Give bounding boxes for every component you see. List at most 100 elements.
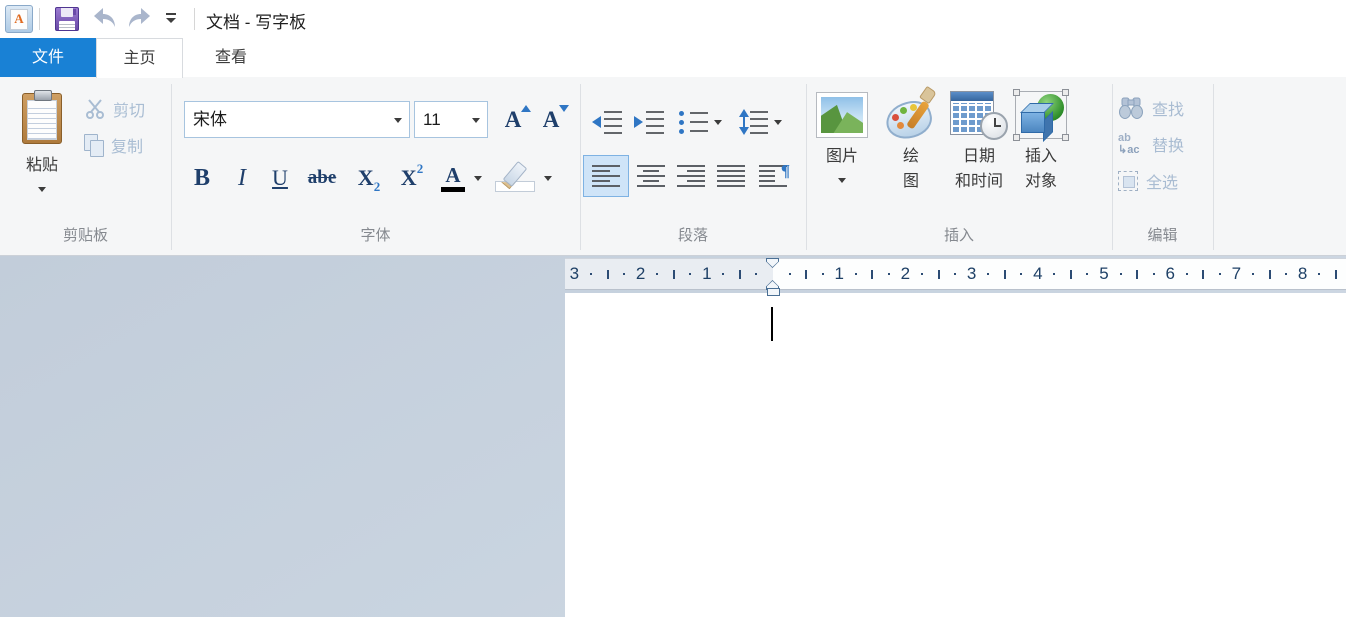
paint-palette-icon xyxy=(884,90,938,140)
line-spacing-dropdown[interactable] xyxy=(772,105,784,139)
separator xyxy=(194,8,195,30)
cut-button[interactable]: 剪切 xyxy=(84,95,145,123)
ruler-tick xyxy=(805,270,807,279)
italic-button[interactable]: I xyxy=(226,159,258,197)
scissors-icon xyxy=(84,98,106,120)
document-area: 32112345678 xyxy=(0,256,1346,617)
customize-quick-access-dropdown[interactable] xyxy=(164,13,178,25)
decrease-indent-icon xyxy=(592,109,622,135)
grow-font-button[interactable]: A xyxy=(496,102,530,138)
paste-dropdown-icon[interactable] xyxy=(38,187,46,192)
find-button[interactable]: 查找 xyxy=(1118,94,1184,122)
ruler-tick xyxy=(1136,270,1138,279)
title-bar: A 文档 - 写字板 xyxy=(0,0,1346,38)
insert-object-button[interactable]: 插入 对象 xyxy=(1006,85,1076,225)
bold-button[interactable]: B xyxy=(184,159,220,197)
shrink-font-icon: A xyxy=(543,107,560,133)
align-left-button[interactable] xyxy=(583,155,629,197)
shrink-font-button[interactable]: A xyxy=(534,102,568,138)
tab-home[interactable]: 主页 xyxy=(96,38,183,78)
copy-label: 复制 xyxy=(111,133,143,157)
ruler-tick xyxy=(1219,273,1221,275)
align-justify-icon xyxy=(717,165,745,187)
ruler-tick xyxy=(938,270,940,279)
redo-button[interactable] xyxy=(126,6,152,31)
ruler-tick xyxy=(1004,270,1006,279)
ruler-tick xyxy=(1070,270,1072,279)
ruler[interactable]: 32112345678 xyxy=(565,258,1346,290)
object-cube-sphere-icon xyxy=(1015,91,1067,139)
save-button[interactable] xyxy=(54,6,80,31)
font-size-combobox[interactable]: 11 xyxy=(414,101,488,138)
clipboard-paste-icon xyxy=(22,90,62,144)
font-color-button[interactable]: A xyxy=(436,159,470,197)
document-page[interactable] xyxy=(565,293,1346,617)
ruler-number: 1 xyxy=(834,259,843,288)
paste-button[interactable]: 粘贴 xyxy=(12,83,72,219)
left-indent-marker[interactable] xyxy=(767,288,780,296)
ruler-tick xyxy=(722,273,724,275)
copy-button[interactable]: 复制 xyxy=(84,131,143,159)
ruler-tick xyxy=(871,270,873,279)
paragraph-mark-icon: ¶ xyxy=(759,165,787,187)
bullet-list-icon xyxy=(678,109,708,135)
replace-button[interactable]: ab ↳ac 替换 xyxy=(1118,130,1184,158)
insert-picture-button[interactable]: 图片 xyxy=(810,85,874,225)
decrease-indent-button[interactable] xyxy=(588,105,626,139)
font-family-value: 宋体 xyxy=(193,102,227,137)
ruler-number: 2 xyxy=(901,259,910,288)
chevron-down-icon[interactable] xyxy=(472,118,480,123)
picture-dropdown-icon[interactable] xyxy=(838,178,846,183)
ruler-tick xyxy=(921,273,923,275)
object-label-line2: 对象 xyxy=(1025,169,1057,194)
separator xyxy=(39,8,40,30)
ruler-tick xyxy=(954,273,956,275)
underline-button[interactable]: U xyxy=(262,159,298,197)
increase-indent-button[interactable] xyxy=(630,105,668,139)
font-color-dropdown[interactable] xyxy=(472,159,484,197)
picture-icon xyxy=(816,92,868,138)
highlight-dropdown[interactable] xyxy=(542,159,554,197)
align-right-button[interactable] xyxy=(671,155,711,197)
ruler-tick xyxy=(1086,273,1088,275)
superscript-button[interactable]: X2 xyxy=(390,159,434,197)
wordpad-app-icon[interactable]: A xyxy=(5,5,33,33)
ruler-number: 3 xyxy=(967,259,976,288)
tab-file[interactable]: 文件 xyxy=(0,38,96,77)
bullet-list-dropdown[interactable] xyxy=(712,105,724,139)
highlight-button[interactable] xyxy=(490,159,540,197)
subscript-button[interactable]: X2 xyxy=(348,159,390,197)
ruler-tick xyxy=(1318,273,1320,275)
line-spacing-button[interactable] xyxy=(734,105,772,139)
grow-font-icon: A xyxy=(505,107,522,133)
text-caret xyxy=(771,307,773,341)
copy-icon xyxy=(84,134,104,156)
insert-drawing-button[interactable]: 绘 图 xyxy=(880,85,942,225)
group-label-editing: 编辑 xyxy=(1112,225,1213,247)
datetime-label-line1: 日期 xyxy=(963,144,995,169)
ruler-number: 1 xyxy=(702,259,711,288)
tab-view[interactable]: 查看 xyxy=(184,38,278,77)
strikethrough-button[interactable]: abe xyxy=(300,159,344,197)
ruler-number: 3 xyxy=(570,259,579,288)
ruler-tick xyxy=(855,273,857,275)
paragraph-dialog-button[interactable]: ¶ xyxy=(751,155,795,197)
font-family-combobox[interactable]: 宋体 xyxy=(184,101,410,138)
font-color-swatch xyxy=(441,187,465,192)
ruler-tick xyxy=(987,273,989,275)
window-title: 文档 - 写字板 xyxy=(206,8,306,33)
group-separator xyxy=(1213,84,1214,250)
chevron-down-icon[interactable] xyxy=(394,118,402,123)
bullet-list-button[interactable] xyxy=(674,105,712,139)
ruler-tick xyxy=(656,273,658,275)
undo-button[interactable] xyxy=(92,6,118,31)
select-all-button[interactable]: 全选 xyxy=(1118,167,1178,195)
align-justify-button[interactable] xyxy=(711,155,751,197)
ruler-tick xyxy=(1153,273,1155,275)
ruler-number: 2 xyxy=(636,259,645,288)
ruler-tick xyxy=(1186,273,1188,275)
ruler-tick xyxy=(673,270,675,279)
align-center-button[interactable] xyxy=(631,155,671,197)
ruler-tick xyxy=(739,270,741,279)
select-all-icon xyxy=(1118,171,1138,191)
